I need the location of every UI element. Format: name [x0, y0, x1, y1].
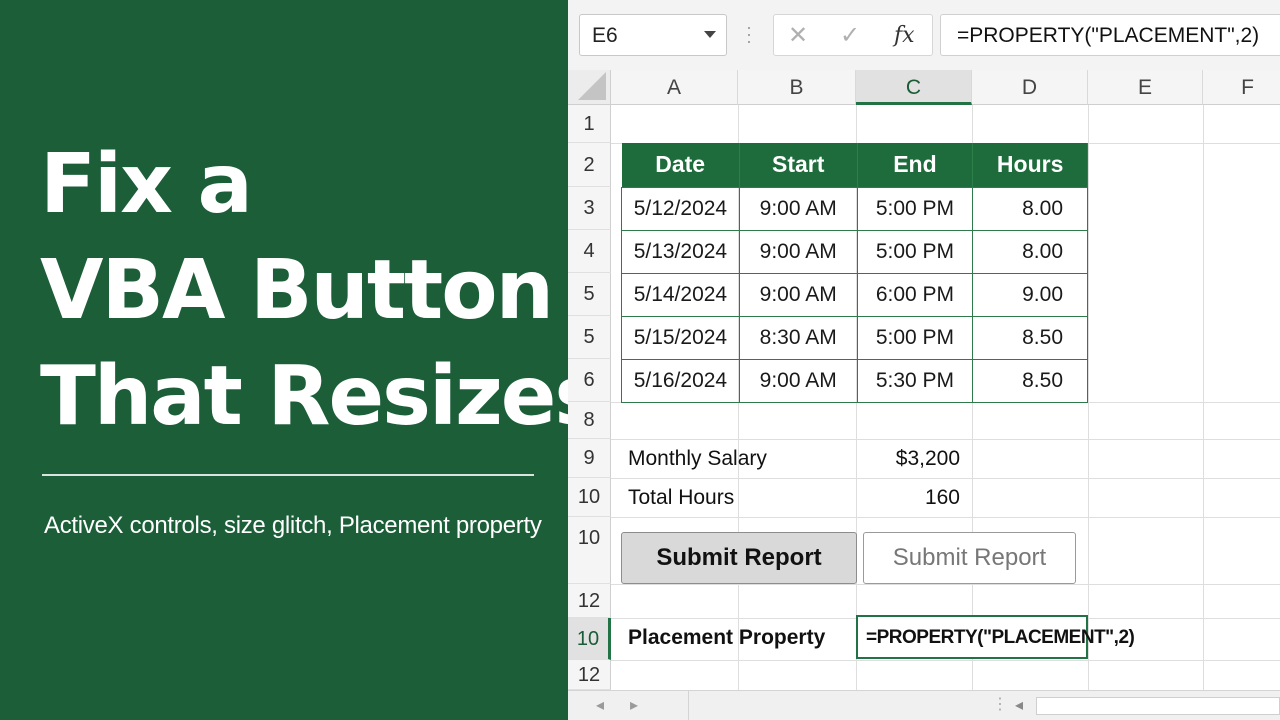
formula-text: =PROPERTY("PLACEMENT",2)	[957, 24, 1260, 47]
submit-report-button[interactable]: Submit Report	[863, 532, 1076, 584]
row-header[interactable]: 6	[568, 359, 611, 402]
end-cell[interactable]: 5:00 PM	[856, 186, 974, 231]
enter-check-icon[interactable]: ✓	[840, 21, 860, 50]
table-row: 5/12/2024 9:00 AM 5:00 PM 8.00	[621, 186, 1088, 231]
table-row: 5/14/2024 9:00 AM 6:00 PM 9.00	[621, 272, 1088, 317]
column-header-d[interactable]: D	[972, 70, 1088, 105]
column-header-f[interactable]: F	[1203, 70, 1280, 105]
cancel-icon[interactable]: ✕	[788, 21, 808, 50]
grip-icon[interactable]: · · ·	[746, 18, 752, 50]
table-row: 5/13/2024 9:00 AM 5:00 PM 8.00	[621, 229, 1088, 274]
end-cell[interactable]: 6:00 PM	[856, 272, 974, 317]
row-header[interactable]: 9	[568, 439, 611, 478]
monthly-salary-label[interactable]: Monthly Salary	[628, 447, 767, 471]
grid-line	[611, 439, 1280, 440]
headline-divider	[42, 474, 534, 476]
subtitle: ActiveX controls, size glitch, Placement…	[44, 512, 542, 539]
total-hours-label[interactable]: Total Hours	[628, 486, 734, 510]
headline-line-3: That Resizes	[40, 349, 603, 444]
grid-line	[611, 478, 1280, 479]
table-row: 5/16/2024 9:00 AM 5:30 PM 8.50	[621, 358, 1088, 403]
column-header-hours[interactable]: Hours	[972, 143, 1088, 187]
row-header[interactable]: 5	[568, 316, 611, 359]
column-header-e[interactable]: E	[1088, 70, 1203, 105]
name-box-value: E6	[592, 24, 618, 47]
table-header-row: Date Start End Hours	[621, 143, 1088, 187]
grid-line	[1203, 105, 1204, 690]
insert-function-icon[interactable]: fx	[894, 23, 915, 48]
scroll-left-icon[interactable]: ◂	[1015, 695, 1023, 715]
total-hours-value[interactable]: 160	[858, 486, 960, 510]
hours-cell[interactable]: 9.00	[972, 272, 1088, 317]
start-cell[interactable]: 9:00 AM	[738, 186, 858, 231]
select-all-icon	[578, 72, 606, 100]
row-header[interactable]: 1	[568, 105, 611, 143]
next-sheet-icon[interactable]: ▸	[630, 695, 638, 715]
row-header[interactable]: 3	[568, 187, 611, 230]
date-cell[interactable]: 5/12/2024	[621, 186, 740, 231]
column-header-b[interactable]: B	[738, 70, 856, 105]
hours-cell[interactable]: 8.50	[972, 358, 1088, 403]
monthly-salary-value[interactable]: $3,200	[858, 447, 960, 471]
grid-line	[611, 660, 1280, 661]
row-header[interactable]: 8	[568, 402, 611, 439]
headline-line-2: VBA Button	[40, 243, 554, 338]
headline-line-1: Fix a	[40, 137, 253, 232]
grid-line	[611, 584, 1280, 585]
formula-buttons: ✕ ✓ fx	[773, 14, 933, 56]
column-header-a[interactable]: A	[611, 70, 738, 105]
date-cell[interactable]: 5/13/2024	[621, 229, 740, 274]
row-header[interactable]: 2	[568, 143, 611, 187]
sheet-navigation-bar: ◂ ▸ ⋮ ◂	[568, 690, 1280, 720]
placement-property-label[interactable]: Placement Property	[628, 626, 825, 650]
column-header-end[interactable]: End	[857, 143, 974, 187]
date-cell[interactable]: 5/14/2024	[621, 272, 740, 317]
select-all-corner[interactable]	[568, 70, 611, 105]
grid-line	[611, 517, 1280, 518]
row-header[interactable]: 12	[568, 660, 611, 690]
date-cell[interactable]: 5/16/2024	[621, 358, 740, 403]
start-cell[interactable]: 9:00 AM	[738, 272, 858, 317]
column-header-c[interactable]: C	[856, 70, 972, 105]
name-box[interactable]: E6	[579, 14, 727, 56]
timesheet-table: Date Start End Hours 5/12/2024 9:00 AM 5…	[621, 143, 1088, 403]
start-cell[interactable]: 8:30 AM	[738, 315, 858, 360]
submit-report-button-resized[interactable]: Submit Report	[621, 532, 857, 584]
hours-cell[interactable]: 8.50	[972, 315, 1088, 360]
headline: Fix a VBA Button That Resizes	[40, 132, 603, 450]
column-header-date[interactable]: Date	[621, 143, 740, 187]
chevron-down-icon[interactable]	[704, 31, 716, 38]
hours-cell[interactable]: 8.00	[972, 229, 1088, 274]
formula-input[interactable]: =PROPERTY("PLACEMENT",2)	[940, 14, 1280, 56]
grid-line	[1088, 105, 1089, 690]
table-row: 5/15/2024 8:30 AM 5:00 PM 8.50	[621, 315, 1088, 360]
end-cell[interactable]: 5:00 PM	[856, 229, 974, 274]
start-cell[interactable]: 9:00 AM	[738, 229, 858, 274]
row-header[interactable]: 10	[568, 618, 611, 660]
row-header[interactable]: 4	[568, 230, 611, 273]
end-cell[interactable]: 5:00 PM	[856, 315, 974, 360]
formula-bar: E6 · · · ✕ ✓ fx =PROPERTY("PLACEMENT",2)	[568, 0, 1280, 70]
column-header-start[interactable]: Start	[739, 143, 858, 187]
row-header[interactable]: 10	[568, 478, 611, 517]
row-header[interactable]: 5	[568, 273, 611, 316]
date-cell[interactable]: 5/15/2024	[621, 315, 740, 360]
grip-icon[interactable]: ⋮	[992, 694, 1008, 714]
previous-sheet-icon[interactable]: ◂	[596, 695, 604, 715]
status-divider	[688, 691, 689, 720]
hours-cell[interactable]: 8.00	[972, 186, 1088, 231]
title-panel: Fix a VBA Button That Resizes ActiveX co…	[0, 0, 603, 720]
row-header[interactable]: 12	[568, 584, 611, 618]
active-cell-formula: =PROPERTY("PLACEMENT",2)	[866, 627, 1135, 648]
row-header[interactable]: 10	[568, 517, 611, 584]
horizontal-scrollbar[interactable]	[1036, 697, 1280, 715]
end-cell[interactable]: 5:30 PM	[856, 358, 974, 403]
active-cell[interactable]: =PROPERTY("PLACEMENT",2)	[856, 615, 1135, 659]
start-cell[interactable]: 9:00 AM	[738, 358, 858, 403]
